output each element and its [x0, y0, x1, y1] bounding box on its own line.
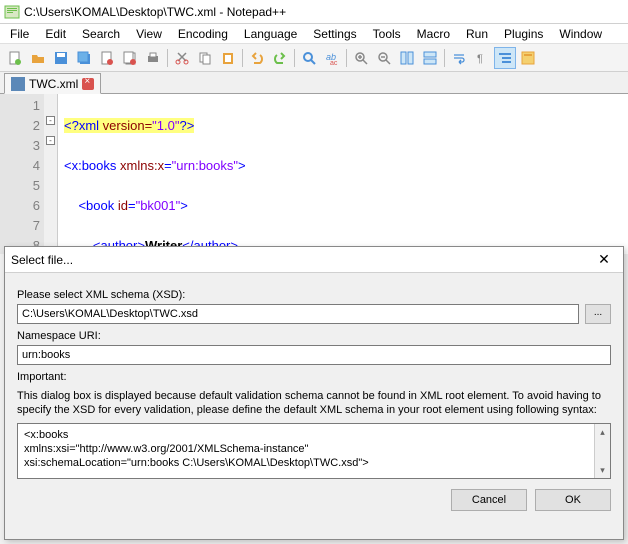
dialog-close-icon[interactable]: ✕ — [591, 250, 617, 270]
svg-text:¶: ¶ — [477, 53, 483, 65]
code-area[interactable]: <?xml version="1.0"?> <x:books xmlns:x="… — [58, 94, 628, 254]
important-text: This dialog box is displayed because def… — [17, 389, 611, 417]
dialog-title-bar: Select file... ✕ — [5, 247, 623, 273]
menu-search[interactable]: Search — [74, 25, 128, 43]
tab-close-icon[interactable] — [82, 78, 94, 90]
tab-label: TWC.xml — [29, 77, 78, 91]
tab-bar: TWC.xml — [0, 72, 628, 94]
sync-h-icon[interactable] — [419, 47, 441, 69]
zoom-in-icon[interactable] — [350, 47, 372, 69]
menu-encoding[interactable]: Encoding — [170, 25, 236, 43]
namespace-label: Namespace URI: — [17, 330, 611, 342]
ok-button[interactable]: OK — [535, 489, 611, 511]
syntax-line: xsi:schemaLocation="urn:books C:\Users\K… — [24, 456, 604, 470]
redo-icon[interactable] — [269, 47, 291, 69]
tab-twc-xml[interactable]: TWC.xml — [4, 73, 101, 94]
menu-language[interactable]: Language — [236, 25, 305, 43]
menu-settings[interactable]: Settings — [305, 25, 364, 43]
doc-map-icon[interactable] — [517, 47, 539, 69]
select-file-dialog: Select file... ✕ Please select XML schem… — [4, 246, 624, 540]
svg-text:ac: ac — [330, 60, 338, 66]
paste-icon[interactable] — [217, 47, 239, 69]
menu-bar: File Edit Search View Encoding Language … — [0, 24, 628, 44]
menu-tools[interactable]: Tools — [365, 25, 409, 43]
copy-icon[interactable] — [194, 47, 216, 69]
xsd-path-input[interactable] — [17, 304, 579, 324]
syntax-line: xmlns:xsi="http://www.w3.org/2001/XMLSch… — [24, 442, 604, 456]
menu-view[interactable]: View — [128, 25, 170, 43]
undo-icon[interactable] — [246, 47, 268, 69]
cut-icon[interactable] — [171, 47, 193, 69]
line-gutter: 12345678 — [0, 94, 44, 254]
namespace-input[interactable] — [17, 345, 611, 365]
show-all-chars-icon[interactable]: ¶ — [471, 47, 493, 69]
menu-edit[interactable]: Edit — [37, 25, 74, 43]
toolbar: abac ¶ — [0, 44, 628, 72]
syntax-line: <x:books — [24, 428, 604, 442]
menu-plugins[interactable]: Plugins — [496, 25, 551, 43]
open-file-icon[interactable] — [27, 47, 49, 69]
menu-run[interactable]: Run — [458, 25, 496, 43]
save-icon[interactable] — [50, 47, 72, 69]
chevron-up-icon[interactable]: ▴ — [595, 424, 610, 440]
window-title: C:\Users\KOMAL\Desktop\TWC.xml - Notepad… — [24, 5, 286, 19]
sync-v-icon[interactable] — [396, 47, 418, 69]
xsd-label: Please select XML schema (XSD): — [17, 289, 611, 301]
important-label: Important: — [17, 371, 611, 383]
print-icon[interactable] — [142, 47, 164, 69]
editor[interactable]: 12345678 - - <?xml version="1.0"?> <x:bo… — [0, 94, 628, 254]
menu-file[interactable]: File — [2, 25, 37, 43]
fold-box-icon[interactable]: - — [46, 116, 55, 125]
cancel-button[interactable]: Cancel — [451, 489, 527, 511]
close-icon[interactable] — [96, 47, 118, 69]
title-bar: C:\Users\KOMAL\Desktop\TWC.xml - Notepad… — [0, 0, 628, 24]
wordwrap-icon[interactable] — [448, 47, 470, 69]
close-all-icon[interactable] — [119, 47, 141, 69]
syntax-box[interactable]: <x:books xmlns:xsi="http://www.w3.org/20… — [17, 423, 611, 479]
fold-margin[interactable]: - - — [44, 94, 58, 254]
browse-button[interactable]: ... — [585, 304, 611, 324]
indent-guide-icon[interactable] — [494, 47, 516, 69]
replace-icon[interactable]: abac — [321, 47, 343, 69]
chevron-down-icon[interactable]: ▾ — [595, 462, 610, 478]
find-icon[interactable] — [298, 47, 320, 69]
app-icon — [4, 4, 20, 20]
scrollbar[interactable]: ▴ ▾ — [594, 424, 610, 478]
new-file-icon[interactable] — [4, 47, 26, 69]
menu-window[interactable]: Window — [551, 25, 610, 43]
dialog-title: Select file... — [11, 253, 73, 267]
fold-box-icon[interactable]: - — [46, 136, 55, 145]
file-icon — [11, 77, 25, 91]
menu-macro[interactable]: Macro — [409, 25, 458, 43]
save-all-icon[interactable] — [73, 47, 95, 69]
zoom-out-icon[interactable] — [373, 47, 395, 69]
